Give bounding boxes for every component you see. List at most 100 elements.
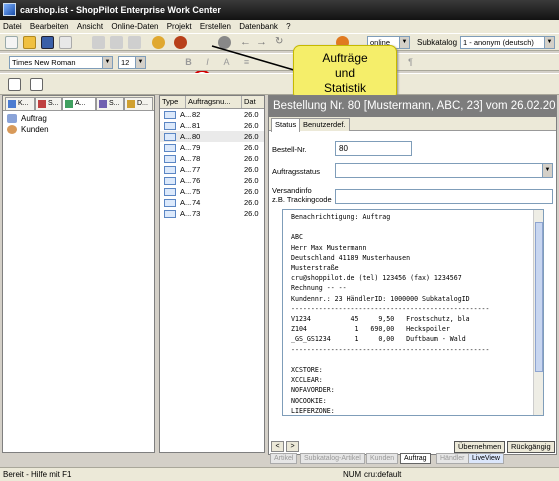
row-date: 26.0 [244,165,259,174]
tab-liveview[interactable]: LiveView [468,453,504,464]
table-row[interactable]: A... 79 26.0 [160,142,264,153]
forward-icon[interactable]: → [256,36,269,49]
tab-s[interactable]: S... [35,97,62,110]
order-detail: Bestellung Nr. 80 [Mustermann, ABC, 23] … [268,95,557,464]
tab-s2[interactable]: S... [96,97,124,110]
save-icon[interactable] [41,36,54,49]
tree-item-auftrag[interactable]: Auftrag [7,113,150,124]
tab-benutzerdef[interactable]: Benutzerdef. [299,118,350,131]
print-icon[interactable] [59,36,72,49]
notification-scrollbar[interactable] [533,210,543,415]
tab-s2-label: S... [109,100,120,107]
prev-button[interactable]: < [271,441,284,452]
row-type: A... [180,121,192,130]
subkatalog-select[interactable]: 1 - anonym (deutsch) ▼ [460,36,555,49]
chevron-down-icon: ▼ [542,164,552,177]
row-date: 26.0 [244,187,259,196]
tab-haendler[interactable]: Händler [436,453,469,464]
bold-icon[interactable]: B [182,56,195,69]
tab-s2-icon [99,100,107,108]
row-order-number: 74 [192,198,201,207]
tab-status[interactable]: Status [271,118,301,132]
order-heading: Bestellung Nr. 80 [Mustermann, ABC, 23] … [269,96,556,117]
row-date: 26.0 [244,121,259,130]
row-order-number: 81 [192,121,201,130]
table-row[interactable]: A... 74 26.0 [160,197,264,208]
menu-bearbeiten[interactable]: Bearbeiten [27,20,72,33]
menu-ansicht[interactable]: Ansicht [74,20,106,33]
table-row[interactable]: A... 82 26.0 [160,109,264,120]
tab-subkatalog-artikel[interactable]: Subkatalog-Artikel [300,453,365,464]
table-row[interactable]: A... 78 26.0 [160,153,264,164]
copy-icon[interactable] [110,36,123,49]
paste-icon[interactable] [128,36,141,49]
layout-icon[interactable] [8,78,21,91]
table-row[interactable]: A... 73 26.0 [160,208,264,219]
apply-button[interactable]: Übernehmen [454,441,506,453]
row-date: 26.0 [244,176,259,185]
tab-a-icon [65,100,73,108]
versandinfo-field[interactable] [335,189,553,204]
cut-icon[interactable] [92,36,105,49]
table-row[interactable]: A... 76 26.0 [160,175,264,186]
new-icon[interactable] [5,36,18,49]
main-toolbar: ▼ ← → ↻ online ▼ Subkatalog 1 - anonym (… [0,33,559,90]
auftragsstatus-select[interactable]: ▼ [335,163,553,178]
col-auftragsnummer[interactable]: Auftragsnu... [186,96,242,108]
refresh-icon[interactable]: ↻ [275,36,288,49]
menu-online-daten[interactable]: Online-Daten [108,20,161,33]
col-datum[interactable]: Dat [242,96,264,108]
tab-k[interactable]: K... [5,97,35,110]
customers-icon [7,125,17,134]
window-icon[interactable] [30,78,43,91]
tree-item-kunden[interactable]: Kunden [7,124,150,135]
bestellnr-label: Bestell-Nr. [272,145,307,154]
entity-tabs: Artikel Subkatalog-Artikel Kunden Auftra… [270,453,557,464]
stop-icon[interactable] [174,36,187,49]
scroll-thumb[interactable] [535,222,543,372]
menu-erstellen[interactable]: Erstellen [197,20,234,33]
row-date: 26.0 [244,143,259,152]
menu-datei[interactable]: Datei [0,20,25,33]
table-row[interactable]: A... 80 26.0 [160,131,264,142]
row-date: 26.0 [244,198,259,207]
font-select[interactable]: Times New Roman ▼ [9,56,113,69]
chevron-down-icon: ▼ [544,37,554,48]
tab-d[interactable]: D... [124,97,153,110]
open-icon[interactable] [23,36,36,49]
mail-icon [164,111,176,119]
font-size-select[interactable]: 12 ▼ [118,56,146,69]
row-date: 26.0 [244,132,259,141]
record-icon[interactable] [218,36,231,49]
menu-datenbank[interactable]: Datenbank [236,20,281,33]
num-lock-indicator: NUM [343,470,362,479]
italic-icon[interactable]: I [201,56,214,69]
col-type[interactable]: Type [160,96,186,108]
format-toolbar: Times New Roman ▼ 12 ▼ B I A ≡ ¶ [0,53,559,71]
mail-icon [164,133,176,141]
auftragsstatus-label: Auftragsstatus [272,167,320,176]
table-row[interactable]: A... 81 26.0 [160,120,264,131]
detail-tabs: Status Benutzerdef. [269,117,556,132]
notification-text[interactable]: Benachrichtigung: Auftrag ABC Herr Max M… [282,209,544,416]
next-button[interactable]: > [286,441,299,452]
table-row[interactable]: A... 75 26.0 [160,186,264,197]
menu-projekt[interactable]: Projekt [164,20,195,33]
project-icon[interactable] [152,36,165,49]
bestellnr-field[interactable]: 80 [335,141,412,156]
paragraph-icon[interactable]: ¶ [404,56,417,69]
align-icon[interactable]: ≡ [240,56,253,69]
font-color-icon[interactable]: A [220,56,233,69]
trackingcode-label: z.B. Trackingcode [272,195,332,204]
tree-item-auftrag-label: Auftrag [21,114,47,123]
tab-a-label: A... [75,100,86,107]
undo-button[interactable]: Rückgängig [507,441,555,453]
tab-auftrag[interactable]: Auftrag [400,453,431,464]
table-row[interactable]: A... 77 26.0 [160,164,264,175]
menu-help[interactable]: ? [283,20,293,33]
order-list: Type Auftragsnu... Dat A... 82 26.0 A... 81 2… [159,95,265,453]
tab-kunden[interactable]: Kunden [366,453,399,464]
tab-a[interactable]: A... [62,97,96,110]
back-icon[interactable]: ← [240,36,253,49]
tab-artikel[interactable]: Artikel [270,453,298,464]
